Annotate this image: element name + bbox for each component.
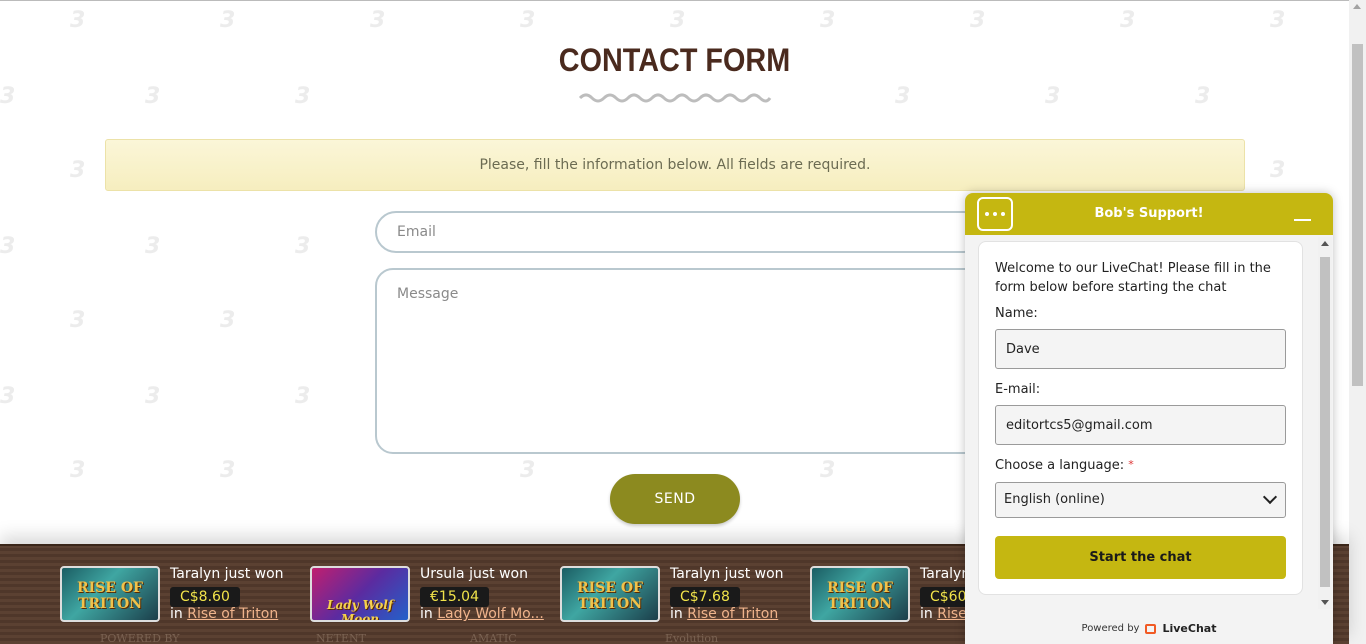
ticker-item[interactable]: RISE OF TRITON Taralyn just won C$7.68 i…	[560, 566, 800, 624]
win-amount: C$7.68	[670, 587, 740, 607]
chat-title: Bob's Support!	[1094, 206, 1204, 221]
ticker-item[interactable]: Lady Wolf Moon Ursula just won €15.04 in…	[310, 566, 550, 624]
title-wave-decoration	[578, 93, 772, 103]
chat-welcome-text: Welcome to our LiveChat! Please fill in …	[995, 261, 1271, 295]
in-label: in	[420, 606, 433, 622]
page-title: CONTACT FORM	[558, 42, 791, 78]
provider-logo: NETENT	[316, 632, 366, 644]
scroll-up-icon[interactable]	[1353, 4, 1361, 9]
chat-footer[interactable]: Powered by LiveChat	[965, 613, 1333, 644]
game-link[interactable]: Rise of Triton	[187, 606, 278, 622]
win-amount: C$8.60	[170, 587, 240, 607]
livechat-brand: LiveChat	[1162, 622, 1217, 635]
game-thumbnail[interactable]: RISE OF TRITON	[560, 566, 660, 622]
email-label: E-mail:	[995, 382, 1041, 397]
email-input[interactable]	[375, 211, 985, 253]
message-input[interactable]	[375, 268, 985, 454]
winner-text: Taralyn just won	[170, 566, 284, 582]
chat-scrollbar[interactable]	[1318, 237, 1332, 609]
name-label: Name:	[995, 306, 1038, 321]
chat-email-input[interactable]	[995, 405, 1286, 445]
chat-header: Bob's Support!	[965, 193, 1333, 235]
language-selected-value: English (online)	[1004, 492, 1105, 507]
winner-text: Ursula just won	[420, 566, 528, 582]
thumbnail-title: RISE OF TRITON	[77, 580, 143, 612]
provider-logo: Evolution	[665, 632, 719, 644]
language-select[interactable]: English (online)	[995, 482, 1286, 518]
thumbnail-title: RISE OF TRITON	[577, 580, 643, 612]
ticker-item[interactable]: RISE OF TRITON Taralyn just won C$8.60 i…	[60, 566, 300, 624]
required-marker: *	[1128, 458, 1134, 471]
winner-text: Taralyn just won	[920, 566, 965, 582]
game-thumbnail[interactable]: Lady Wolf Moon	[310, 566, 410, 622]
in-label: in	[170, 606, 183, 622]
provider-logo: AMATIC	[470, 632, 517, 644]
in-label: in	[920, 606, 933, 622]
chevron-down-icon	[1262, 489, 1278, 505]
language-label: Choose a language: *	[995, 458, 1134, 473]
scroll-down-icon[interactable]	[1321, 600, 1329, 605]
win-amount: €15.04	[420, 587, 489, 607]
thumbnail-title: RISE OF TRITON	[827, 580, 893, 612]
top-border	[0, 0, 1349, 1]
game-thumbnail[interactable]: RISE OF TRITON	[60, 566, 160, 622]
win-amount: C$60.	[920, 587, 965, 607]
livechat-logo-icon	[1145, 623, 1157, 634]
powered-by-label: Powered by	[1081, 623, 1140, 634]
in-label: in	[670, 606, 683, 622]
game-link[interactable]: Rise of Triton	[687, 606, 778, 622]
ticker-item[interactable]: RISE OF TRITON Taralyn just won C$60. in…	[810, 566, 965, 624]
game-thumbnail[interactable]: RISE OF TRITON	[810, 566, 910, 622]
game-line: in Rise of Triton	[170, 606, 278, 622]
game-line: in Lady Wolf Mo...	[420, 606, 544, 622]
winner-text: Taralyn just won	[670, 566, 784, 582]
scrollbar-thumb[interactable]	[1352, 44, 1363, 386]
page-scrollbar[interactable]	[1349, 0, 1366, 644]
prechat-form: Welcome to our LiveChat! Please fill in …	[978, 241, 1303, 595]
scroll-up-icon[interactable]	[1321, 241, 1329, 246]
start-chat-button[interactable]: Start the chat	[995, 536, 1286, 579]
chat-name-input[interactable]	[995, 329, 1286, 369]
thumbnail-title: Lady Wolf Moon	[327, 598, 393, 622]
info-message: Please, fill the information below. All …	[479, 157, 871, 173]
game-link[interactable]: Lady Wolf Mo...	[437, 606, 544, 622]
provider-label: POWERED BY	[100, 632, 180, 644]
send-button[interactable]: SEND	[610, 474, 740, 524]
game-line: in Rise of Triton	[920, 606, 965, 622]
game-line: in Rise of Triton	[670, 606, 778, 622]
livechat-widget: Bob's Support! Welcome to our LiveChat! …	[965, 193, 1333, 644]
chat-scrollbar-thumb[interactable]	[1320, 257, 1330, 587]
game-link[interactable]: Rise of Triton	[937, 606, 965, 622]
minimize-icon[interactable]	[1293, 211, 1313, 221]
language-label-text: Choose a language:	[995, 458, 1125, 473]
info-banner: Please, fill the information below. All …	[105, 139, 1245, 191]
